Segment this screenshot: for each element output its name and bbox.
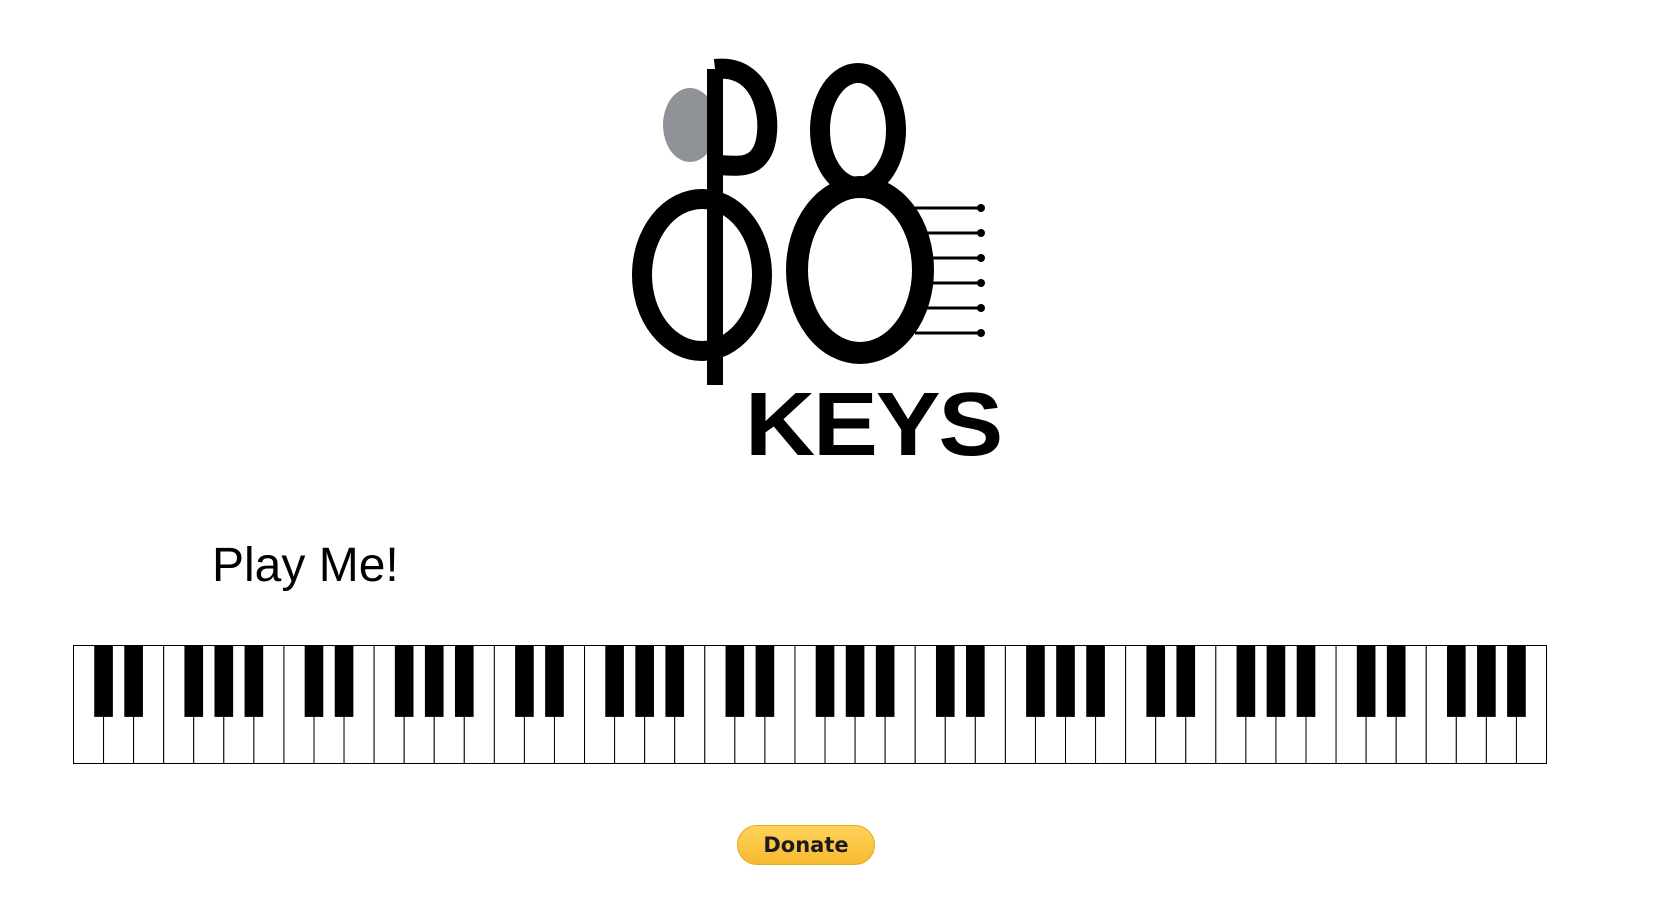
black-key[interactable] [424, 645, 444, 717]
black-key[interactable] [755, 645, 775, 717]
black-key[interactable] [935, 645, 955, 717]
black-key[interactable] [1176, 645, 1196, 717]
black-key[interactable] [1056, 645, 1075, 717]
black-key[interactable] [304, 645, 324, 717]
black-key[interactable] [966, 645, 985, 717]
black-key[interactable] [1236, 645, 1256, 717]
black-key[interactable] [725, 645, 745, 717]
black-key[interactable] [244, 645, 264, 717]
black-key[interactable] [815, 645, 835, 717]
black-key[interactable] [1447, 645, 1466, 717]
black-key[interactable] [545, 645, 564, 717]
donate-button[interactable]: Donate [737, 825, 875, 865]
black-key[interactable] [1296, 645, 1316, 717]
black-key[interactable] [635, 645, 654, 717]
black-key[interactable] [124, 645, 143, 717]
black-key[interactable] [1477, 645, 1496, 717]
black-key[interactable] [214, 645, 234, 717]
logo-text: KEYS [745, 375, 1003, 475]
black-key[interactable] [1086, 645, 1105, 717]
black-key[interactable] [334, 645, 354, 717]
black-key[interactable] [515, 645, 534, 717]
play-me-label: Play Me! [212, 539, 399, 592]
black-key[interactable] [1266, 645, 1286, 717]
black-key[interactable] [1386, 645, 1406, 717]
logo-88-icon [632, 58, 985, 395]
black-key[interactable] [94, 645, 113, 717]
black-key[interactable] [1026, 645, 1045, 717]
black-key[interactable] [394, 645, 414, 717]
black-key[interactable] [1146, 645, 1166, 717]
piano-keyboard[interactable] [73, 645, 1547, 764]
black-key[interactable] [605, 645, 624, 717]
black-key[interactable] [1356, 645, 1376, 717]
black-key[interactable] [184, 645, 204, 717]
black-key[interactable] [1507, 645, 1526, 717]
black-key[interactable] [454, 645, 474, 717]
black-key[interactable] [665, 645, 685, 717]
black-key[interactable] [845, 645, 865, 717]
black-key[interactable] [875, 645, 895, 717]
page: KEYS Play Me! Donate [0, 0, 1665, 923]
